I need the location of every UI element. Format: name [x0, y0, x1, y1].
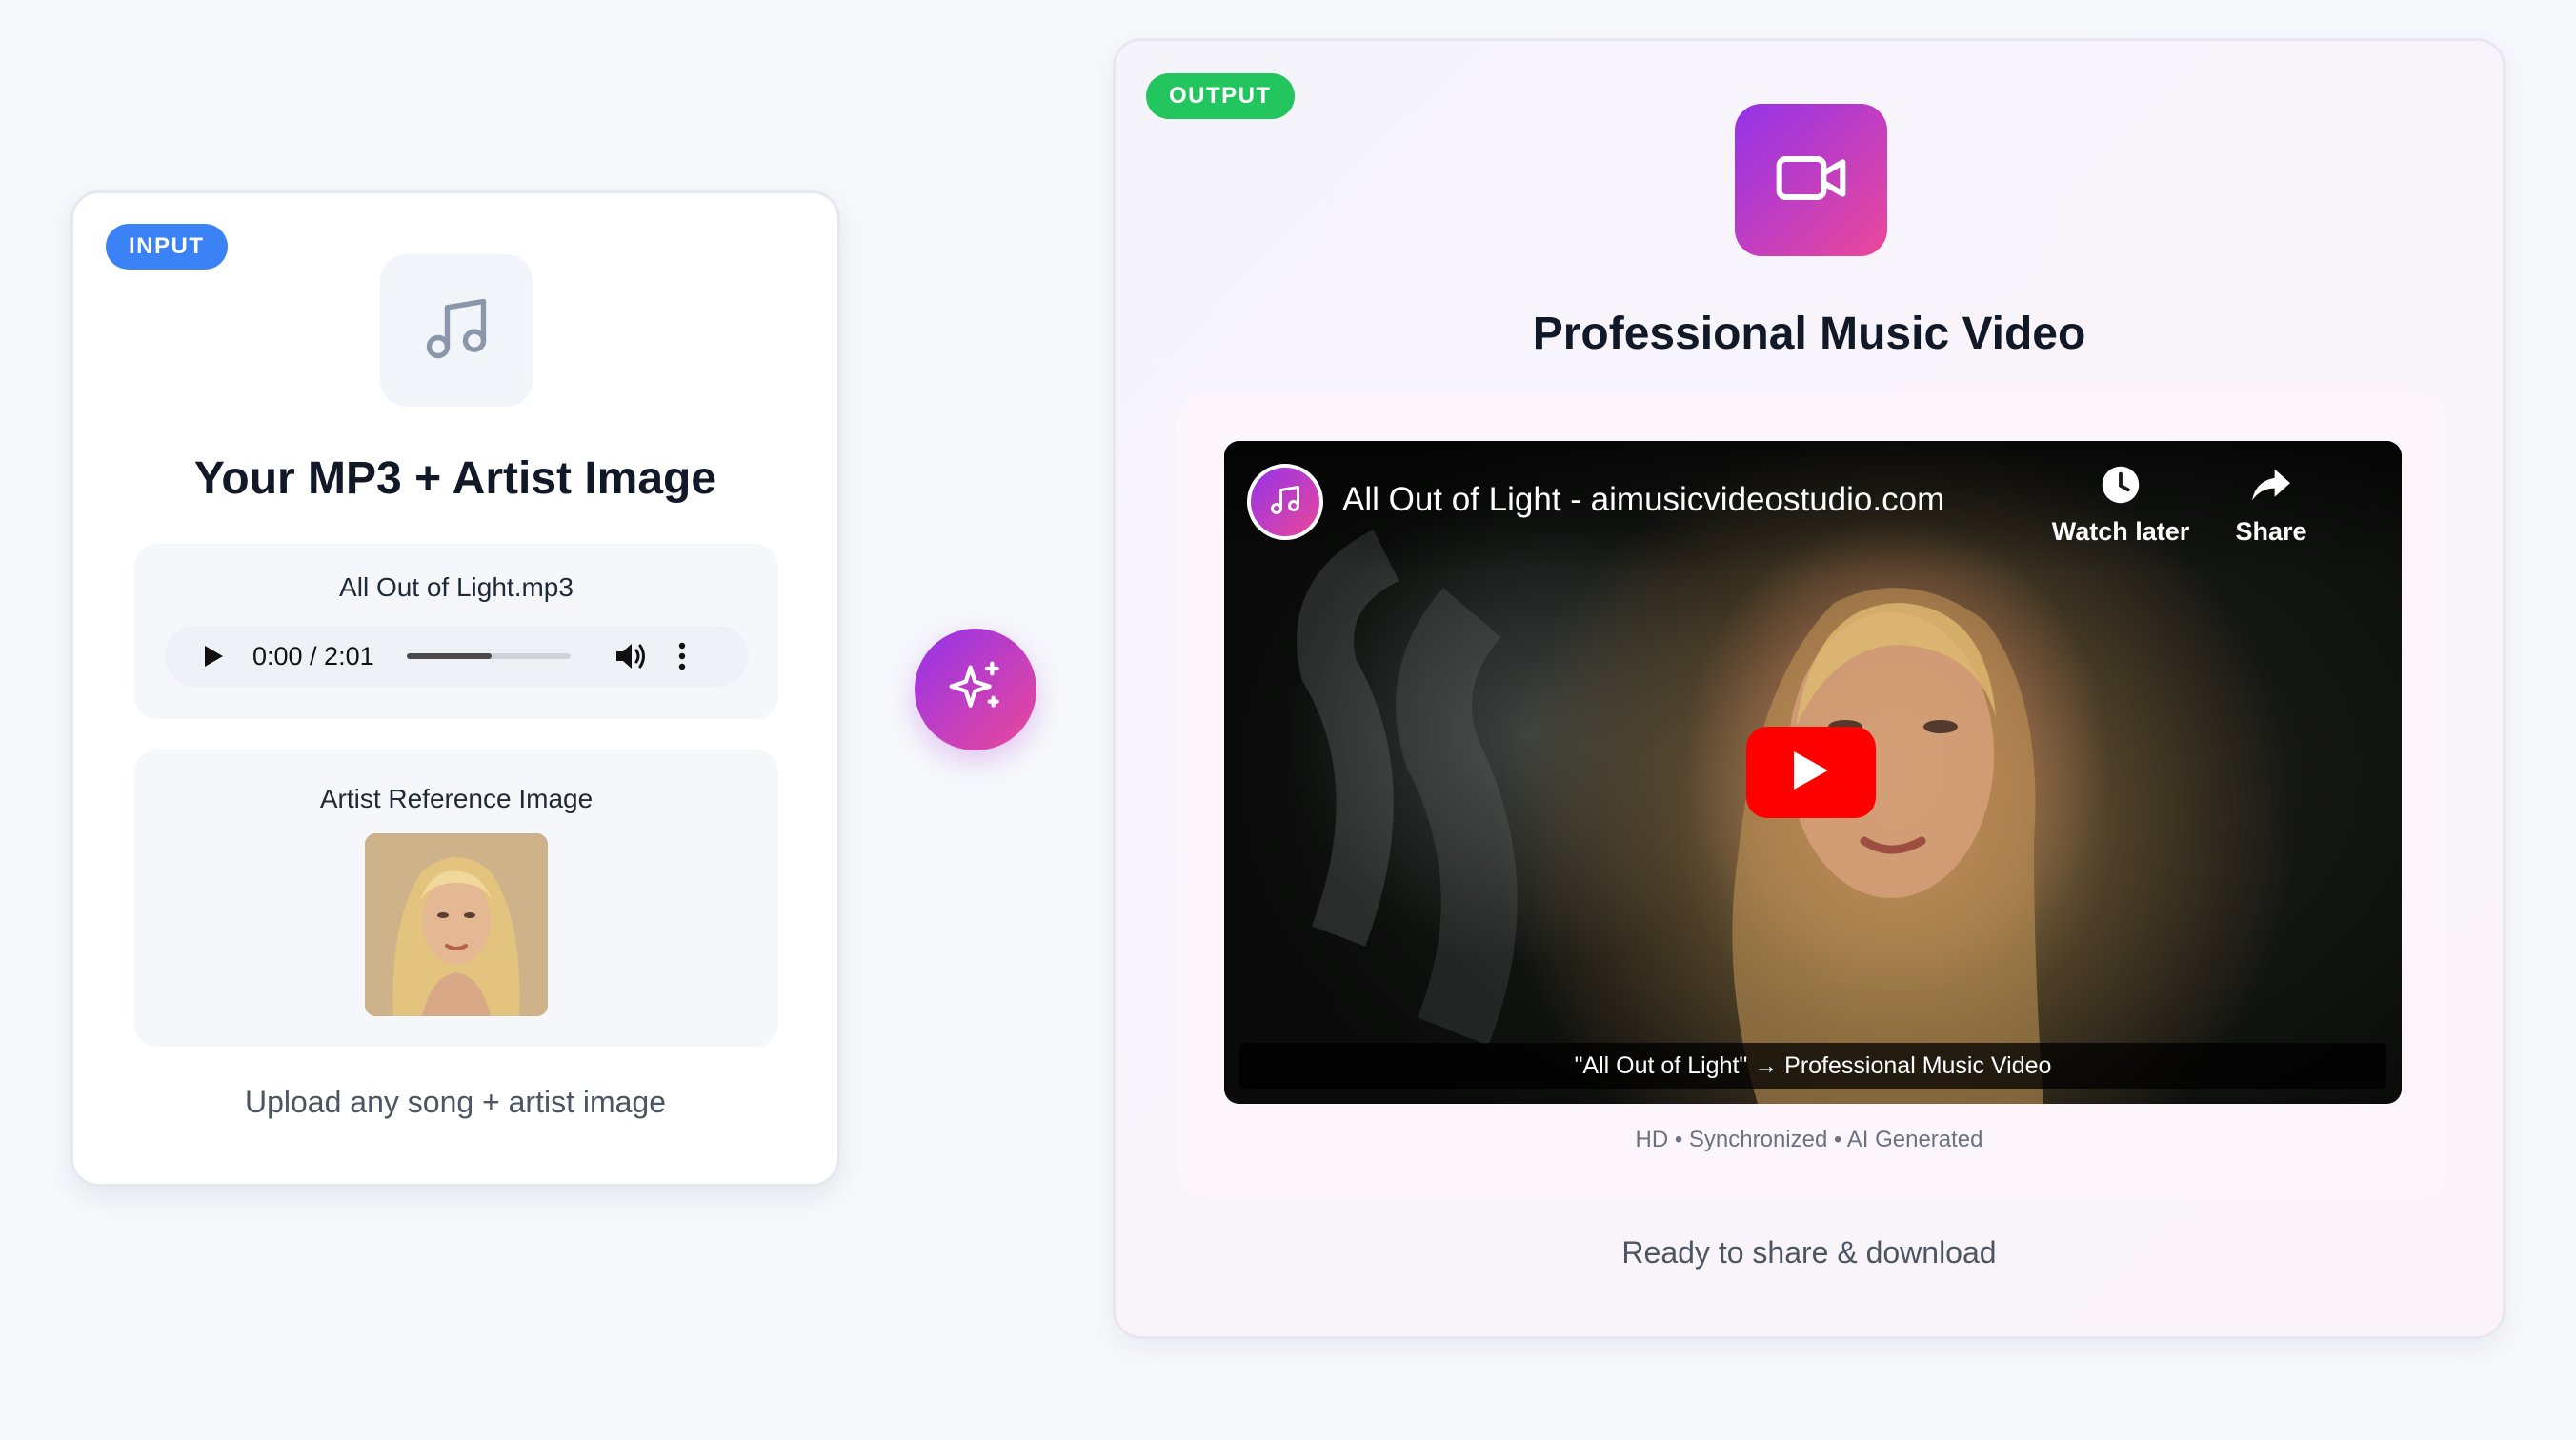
- share-button[interactable]: Share: [2200, 464, 2343, 547]
- artist-image-label: Artist Reference Image: [319, 784, 594, 813]
- music-note-icon: [1268, 483, 1302, 522]
- more-options-icon[interactable]: [677, 642, 687, 670]
- channel-avatar[interactable]: [1247, 464, 1323, 540]
- video-caption: "All Out of Light" → Professional Music …: [1239, 1043, 2386, 1089]
- music-note-tile: [380, 254, 533, 407]
- volume-icon[interactable]: [614, 641, 649, 671]
- sparkles-icon: [945, 657, 1006, 723]
- youtube-play-button[interactable]: [1746, 727, 1876, 818]
- input-title: Your MP3 + Artist Image: [193, 453, 717, 504]
- artist-image-panel: Artist Reference Image: [134, 750, 778, 1047]
- audio-progress-slider[interactable]: [406, 653, 571, 659]
- input-card: INPUT Your MP3 + Artist Image All Out of…: [70, 190, 840, 1187]
- output-card: OUTPUT Professional Music Video All Out …: [1113, 38, 2506, 1339]
- clock-icon: [2101, 465, 2141, 511]
- output-badge: OUTPUT: [1146, 73, 1295, 119]
- audio-filename: All Out of Light.mp3: [339, 572, 574, 602]
- audio-time: 0:00 / 2:01: [252, 641, 374, 670]
- share-arrow-icon: [2250, 466, 2292, 510]
- artist-reference-image: [365, 833, 548, 1016]
- play-icon: [1792, 750, 1830, 796]
- share-label: Share: [2235, 517, 2307, 546]
- audio-panel: All Out of Light.mp3 0:00 / 2:01: [134, 544, 778, 719]
- audio-player[interactable]: 0:00 / 2:01: [165, 626, 748, 687]
- generate-sparkle-button: [915, 629, 1036, 750]
- watch-later-label: Watch later: [2051, 517, 2190, 546]
- video-player[interactable]: All Out of Light - aimusicvideostudio.co…: [1224, 441, 2402, 1104]
- audio-progress-fill: [406, 653, 493, 659]
- video-camera-tile: [1735, 104, 1887, 256]
- input-badge: INPUT: [106, 224, 228, 270]
- video-meta: HD • Synchronized • AI Generated: [1635, 1127, 1983, 1152]
- output-title: Professional Music Video: [1532, 309, 2086, 359]
- music-note-icon: [420, 292, 493, 370]
- output-caption: Ready to share & download: [1621, 1235, 1997, 1270]
- video-title-link[interactable]: All Out of Light - aimusicvideostudio.co…: [1342, 481, 1944, 519]
- play-icon[interactable]: [203, 645, 224, 668]
- video-camera-icon: [1773, 140, 1849, 221]
- input-caption: Upload any song + artist image: [244, 1085, 667, 1119]
- watch-later-button[interactable]: Watch later: [2049, 464, 2192, 547]
